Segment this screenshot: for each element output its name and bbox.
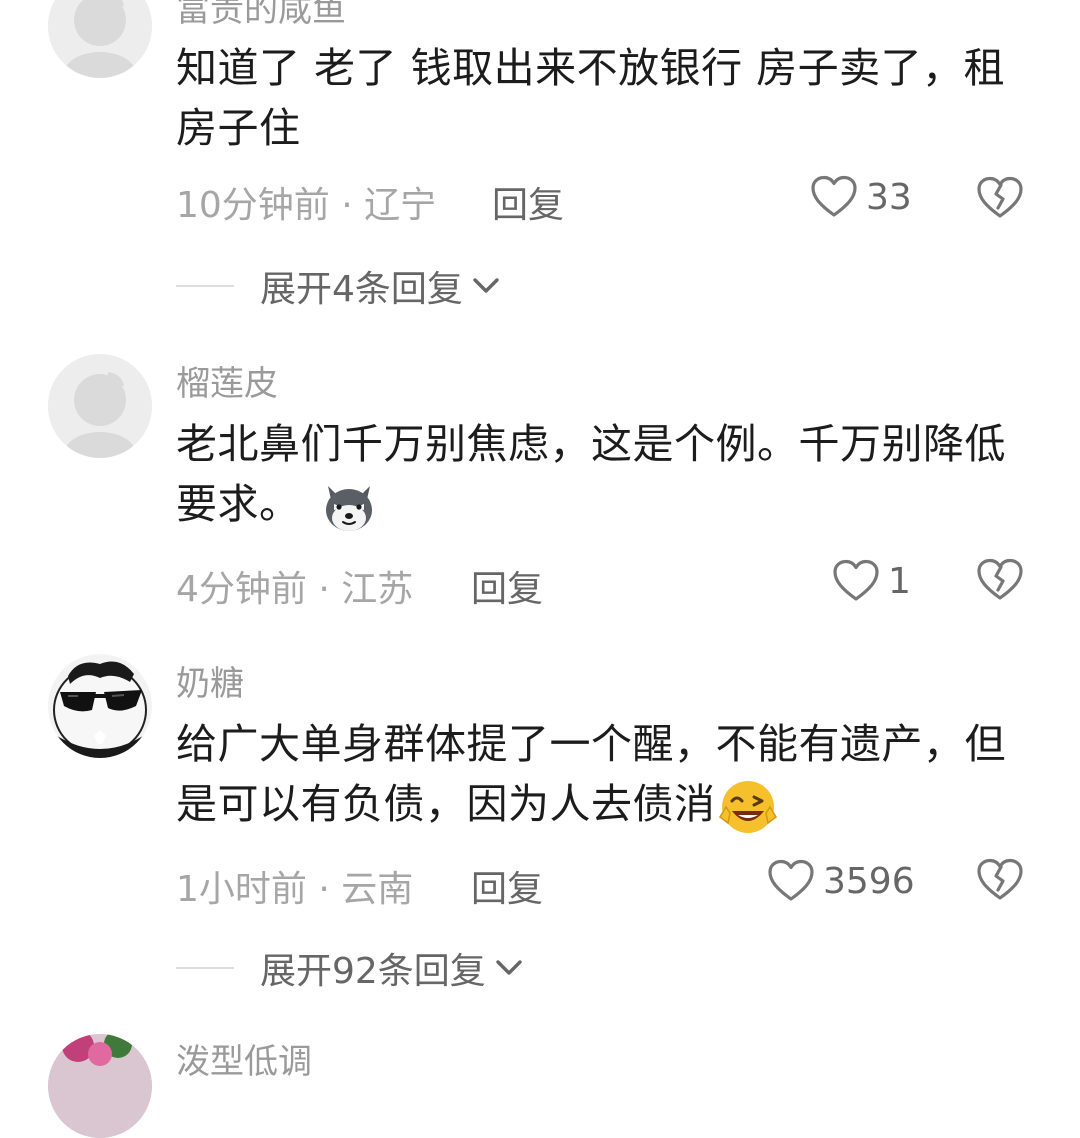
- comment-location: 辽宁: [364, 185, 437, 226]
- comment-text: 知道了 老了 钱取出来不放银行 房子卖了，租房子住: [176, 44, 1006, 152]
- comment-text-content: 给广大单身群体提了一个醒，不能有遗产，但是可以有负债，因为人去债消: [176, 720, 1006, 828]
- reply-button[interactable]: 回复: [492, 176, 564, 228]
- broken-heart-icon: [977, 858, 1023, 900]
- divider-line: [176, 967, 234, 969]
- expand-replies-label: 展开92条回复: [260, 951, 486, 992]
- like-count: 3596: [823, 860, 915, 902]
- comment-text: 老北鼻们千万别焦虑，这是个例。千万别降低要求。: [176, 414, 1046, 536]
- like-count: 1: [888, 560, 911, 602]
- username[interactable]: 富贵的咸鱼: [176, 0, 346, 31]
- default-avatar-icon[interactable]: [48, 0, 152, 78]
- comment-time: 10分钟前: [176, 185, 330, 226]
- comment-meta: 1小时前 · 云南: [176, 860, 413, 912]
- dislike-button[interactable]: [976, 174, 1024, 222]
- dislike-button[interactable]: [976, 556, 1024, 604]
- reply-button[interactable]: 回复: [471, 560, 543, 612]
- comment-time: 4分钟前: [176, 569, 307, 610]
- meta-separator: ·: [306, 869, 342, 910]
- username[interactable]: 泼型低调: [176, 1034, 312, 1083]
- username[interactable]: 榴莲皮: [176, 356, 278, 405]
- reply-button[interactable]: 回复: [471, 860, 543, 912]
- username[interactable]: 奶糖: [176, 656, 244, 705]
- heart-icon: [768, 859, 814, 901]
- divider-line: [176, 285, 234, 287]
- heart-icon: [811, 175, 857, 217]
- broken-heart-icon: [977, 558, 1023, 600]
- comment-location: 江苏: [341, 569, 414, 610]
- meta-separator: ·: [329, 185, 365, 226]
- expand-replies-button[interactable]: 展开92条回复: [176, 942, 524, 994]
- comment-text-content: 老北鼻们千万别焦虑，这是个例。千万别降低要求。: [176, 420, 1006, 528]
- comment-location: 云南: [341, 869, 414, 910]
- like-button[interactable]: 1: [832, 556, 911, 606]
- expand-replies-label: 展开4条回复: [260, 269, 463, 310]
- husky-emoji-icon: [326, 486, 373, 531]
- comment-time: 1小时前: [176, 869, 307, 910]
- default-avatar-icon[interactable]: [48, 354, 152, 458]
- grinning-wink-emoji-icon: [718, 781, 777, 833]
- chevron-down-icon: [496, 960, 522, 975]
- expand-replies-button[interactable]: 展开4条回复: [176, 260, 501, 312]
- flower-avatar-icon[interactable]: [48, 1034, 152, 1138]
- chevron-down-icon: [473, 278, 499, 293]
- meta-separator: ·: [306, 569, 342, 610]
- dislike-button[interactable]: [976, 856, 1024, 904]
- like-button[interactable]: 33: [810, 172, 912, 222]
- heart-icon: [833, 559, 879, 601]
- like-button[interactable]: 3596: [767, 856, 915, 906]
- like-count: 33: [866, 176, 912, 218]
- broken-heart-icon: [977, 176, 1023, 218]
- sunglasses-avatar-icon[interactable]: [48, 654, 152, 758]
- comment-text: 给广大单身群体提了一个醒，不能有遗产，但是可以有负债，因为人去债消: [176, 714, 1046, 837]
- comment-meta: 10分钟前 · 辽宁: [176, 176, 436, 228]
- comment-meta: 4分钟前 · 江苏: [176, 560, 413, 612]
